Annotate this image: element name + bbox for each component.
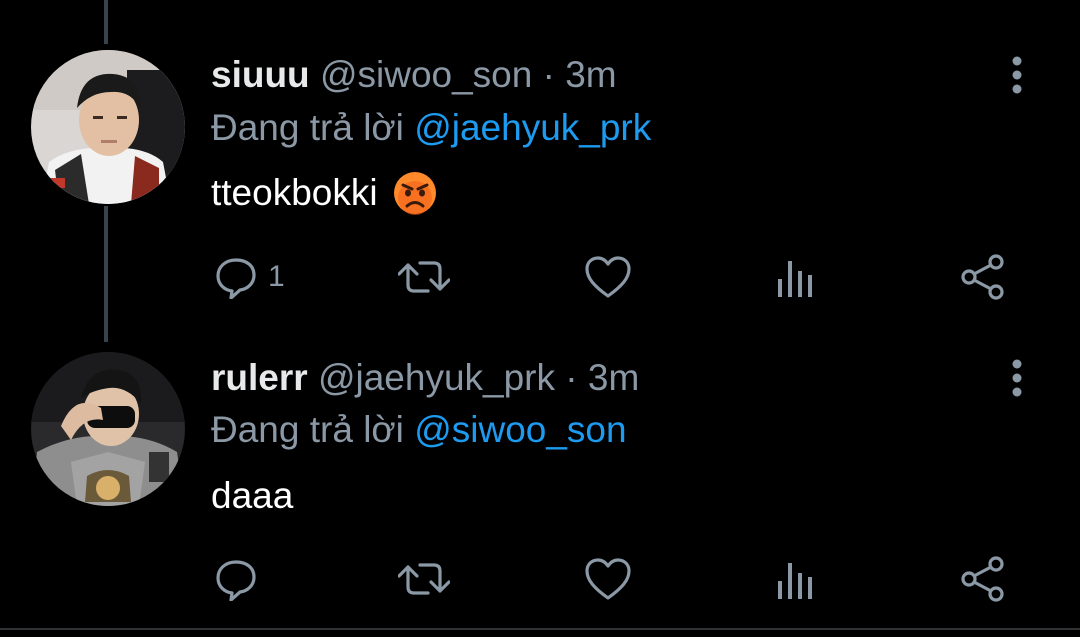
timestamp[interactable]: 3m	[565, 54, 616, 95]
retweet-icon	[398, 563, 450, 595]
share-button[interactable]	[960, 252, 1006, 302]
tweet-actions	[0, 554, 1080, 604]
tweet-siuuu[interactable]: siuuu @siwoo_son · 3m Đang trả lời @jaeh…	[0, 0, 1080, 320]
reply-button[interactable]	[214, 554, 268, 604]
analytics-button[interactable]	[776, 554, 816, 604]
mention-link[interactable]: @siwoo_son	[414, 409, 626, 450]
separator-dot: ·	[542, 54, 555, 95]
replying-to: Đang trả lời @jaehyuk_prk	[211, 106, 651, 150]
like-button[interactable]	[584, 554, 632, 604]
tweet-text-content: daaa	[211, 475, 294, 516]
tweet-text: tteokbokki	[211, 170, 438, 216]
tweet-text: daaa	[211, 474, 293, 518]
tweet-rulerr[interactable]: rulerr @jaehyuk_prk · 3m Đang trả lời @s…	[0, 340, 1080, 628]
tweet-header: siuuu @siwoo_son · 3m	[211, 53, 617, 97]
analytics-icon	[778, 261, 812, 297]
replying-to: Đang trả lời @siwoo_son	[211, 408, 627, 452]
tweet-header: rulerr @jaehyuk_prk · 3m	[211, 356, 639, 400]
more-vertical-icon	[1012, 56, 1022, 94]
reply-icon	[216, 560, 256, 601]
retweet-button[interactable]	[398, 252, 450, 302]
share-button[interactable]	[960, 554, 1006, 604]
analytics-button[interactable]	[776, 252, 816, 302]
divider	[0, 628, 1080, 630]
retweet-icon	[398, 261, 450, 293]
share-icon	[961, 556, 1004, 602]
like-button[interactable]	[584, 252, 632, 302]
mention-link[interactable]: @jaehyuk_prk	[414, 107, 651, 148]
angry-face-emoji	[393, 172, 436, 215]
reply-icon	[216, 258, 256, 299]
analytics-icon	[778, 563, 812, 599]
retweet-button[interactable]	[398, 554, 450, 604]
tweet-text-content: tteokbokki	[211, 172, 378, 213]
more-options-button[interactable]	[1006, 53, 1028, 97]
replying-to-label: Đang trả lời	[211, 107, 404, 148]
heart-icon	[585, 558, 631, 600]
display-name[interactable]: rulerr	[211, 357, 308, 398]
more-vertical-icon	[1012, 359, 1022, 397]
replying-to-label: Đang trả lời	[211, 409, 404, 450]
separator-dot: ·	[565, 357, 578, 398]
timestamp[interactable]: 3m	[588, 357, 639, 398]
share-icon	[961, 254, 1004, 300]
heart-icon	[585, 256, 631, 298]
display-name[interactable]: siuuu	[211, 54, 310, 95]
user-handle[interactable]: @siwoo_son	[320, 54, 532, 95]
reply-count: 1	[268, 260, 285, 293]
reply-button[interactable]: 1	[214, 252, 285, 302]
more-options-button[interactable]	[1006, 356, 1028, 400]
user-handle[interactable]: @jaehyuk_prk	[318, 357, 555, 398]
avatar-siuuu[interactable]	[31, 50, 185, 204]
avatar-rulerr[interactable]	[31, 352, 185, 506]
tweet-actions: 1	[0, 252, 1080, 302]
